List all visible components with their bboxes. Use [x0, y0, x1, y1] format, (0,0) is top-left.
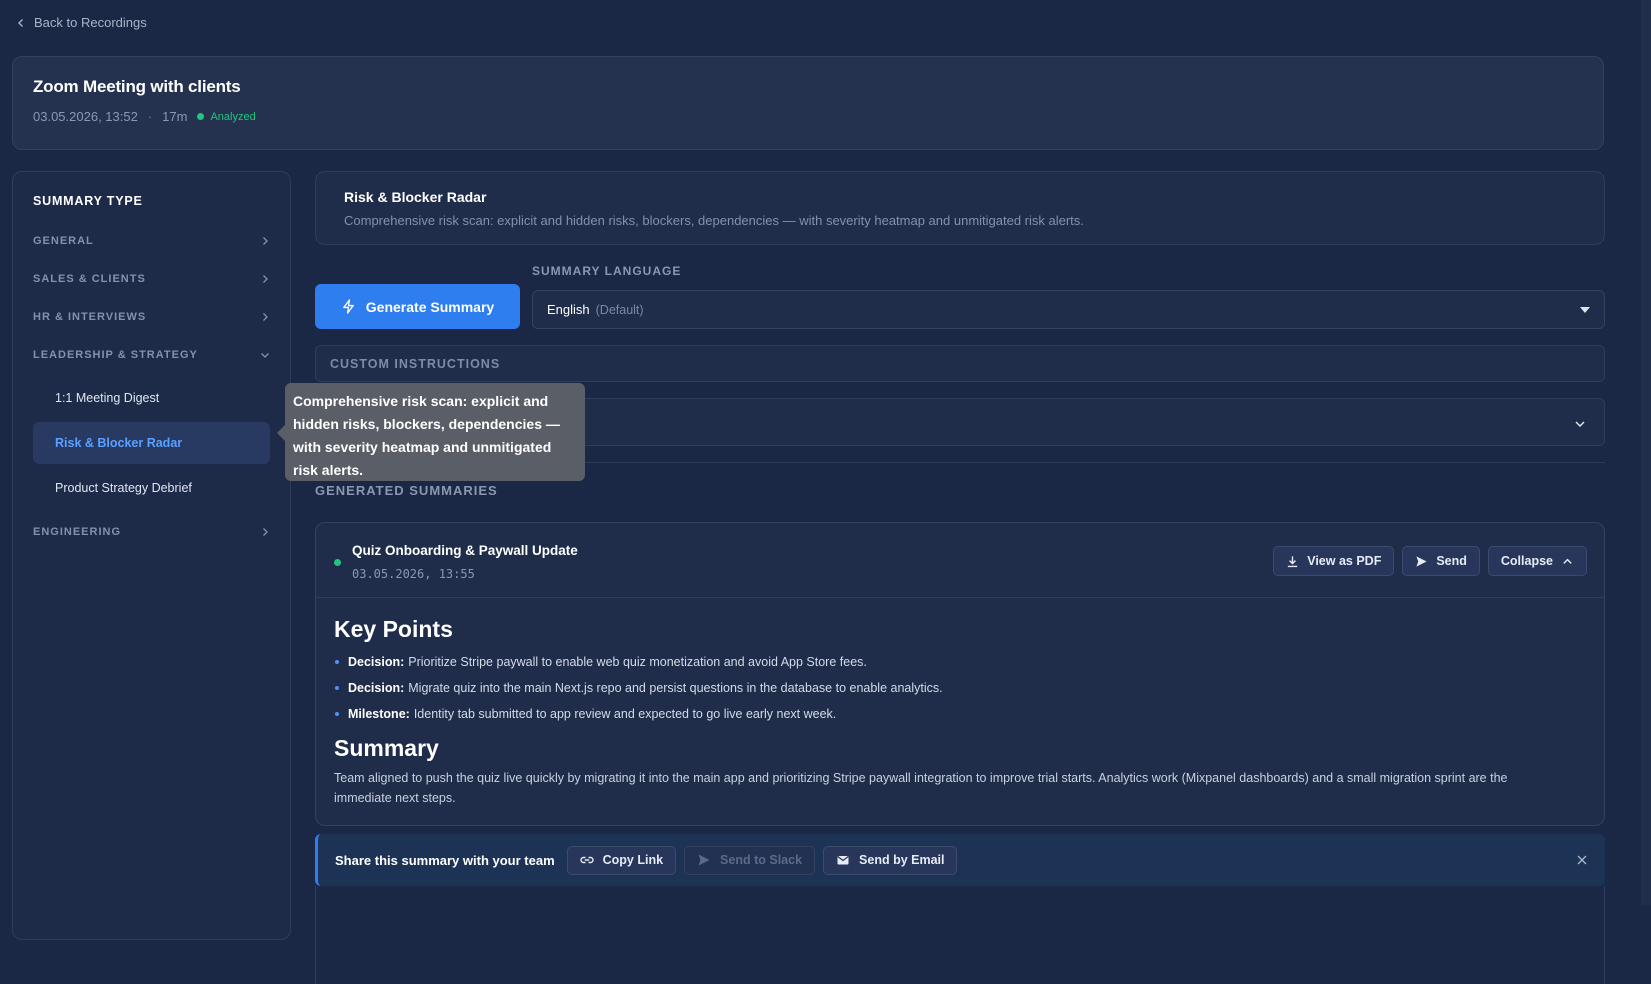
recording-title: Zoom Meeting with clients — [33, 77, 241, 96]
back-to-recordings-link[interactable]: Back to Recordings — [16, 15, 147, 30]
chevron-right-icon — [263, 275, 268, 283]
sidebar-item-label: Risk & Blocker Radar — [55, 436, 183, 450]
category-label: SALES & CLIENTS — [33, 273, 146, 285]
generated-summaries-heading: GENERATED SUMMARIES — [315, 483, 498, 498]
key-point-tag: Decision: — [348, 681, 405, 695]
view-as-pdf-button[interactable]: View as PDF — [1273, 546, 1395, 576]
collapse-button[interactable]: Collapse — [1487, 546, 1587, 576]
list-item: Decision: Migrate quiz into the main Next… — [334, 675, 1586, 701]
content-panel-bottom — [315, 886, 1605, 984]
category-engineering[interactable]: ENGINEERING — [33, 513, 270, 551]
chevron-left-icon — [18, 18, 23, 27]
key-points-heading: Key Points — [334, 616, 453, 642]
summary-status-dot-icon — [334, 559, 341, 566]
chevron-up-icon — [1563, 558, 1572, 564]
chevron-down-icon — [261, 353, 269, 358]
summary-card-header: Quiz Onboarding & Paywall Update 03.05.2… — [316, 523, 1604, 598]
recording-header: Zoom Meeting with clients 03.05.2026, 13… — [12, 56, 1604, 150]
sidebar-item-risk-blocker-radar[interactable]: Risk & Blocker Radar — [33, 422, 270, 464]
sidebar-item-label: 1:1 Meeting Digest — [55, 391, 160, 405]
caret-down-icon — [1580, 307, 1590, 313]
mail-icon — [837, 856, 849, 865]
generate-summary-label: Generate Summary — [365, 298, 495, 315]
view-as-pdf-label: View as PDF — [1307, 554, 1382, 568]
back-link-label: Back to Recordings — [34, 15, 147, 30]
chevron-right-icon — [263, 237, 268, 245]
collapse-label: Collapse — [1500, 554, 1553, 568]
category-general[interactable]: GENERAL — [33, 222, 270, 260]
chevron-right-icon — [263, 313, 268, 321]
send-button[interactable]: Send — [1402, 546, 1480, 576]
chevron-down-icon — [1575, 421, 1585, 428]
summary-actions: View as PDF Send Collapse — [1273, 546, 1587, 576]
status-badge: Analyzed — [197, 110, 256, 123]
page-scrollbar[interactable] — [1641, 0, 1651, 905]
key-point-text: Identity tab submitted to app review and… — [413, 707, 837, 721]
summary-title: Quiz Onboarding & Paywall Update — [352, 543, 578, 558]
summary-card-body: Key Points Decision: Prioritize Stripe pa… — [316, 598, 1604, 826]
custom-instructions-label: CUSTOM INSTRUCTIONS — [330, 356, 501, 371]
summary-language-label: SUMMARY LANGUAGE — [532, 264, 682, 278]
category-leadership-strategy[interactable]: LEADERSHIP & STRATEGY — [33, 336, 270, 374]
selected-type-description: Comprehensive risk scan: explicit and hi… — [344, 213, 1084, 228]
sidebar-item-1-1-meeting-digest[interactable]: 1:1 Meeting Digest — [33, 377, 270, 419]
lightning-icon — [342, 299, 354, 314]
summary-date: 03.05.2026, 13:55 — [352, 567, 475, 581]
key-points-list: Decision: Prioritize Stripe paywall to en… — [334, 649, 1586, 727]
category-label: HR & INTERVIEWS — [33, 311, 147, 323]
key-point-tag: Milestone: — [348, 707, 410, 721]
list-item: Milestone: Identity tab submitted to app … — [334, 701, 1586, 727]
category-label: LEADERSHIP & STRATEGY — [33, 349, 198, 361]
recording-datetime: 03.05.2026, 13:52 — [33, 109, 138, 124]
summary-language-select[interactable]: English (Default) — [532, 290, 1605, 329]
summary-paragraph: Team aligned to push the quiz live quick… — [334, 771, 1508, 805]
download-icon — [1288, 555, 1298, 567]
key-point-text: Migrate quiz into the main Next.js repo … — [408, 681, 943, 695]
key-point-tag: Decision: — [348, 655, 405, 669]
category-hr-interviews[interactable]: HR & INTERVIEWS — [33, 298, 270, 336]
copy-link-label: Copy Link — [602, 853, 664, 867]
main-panel: Risk & Blocker Radar Comprehensive risk … — [315, 171, 1605, 984]
language-default-tag: (Default) — [595, 302, 644, 317]
custom-instructions-toggle[interactable]: CUSTOM INSTRUCTIONS — [315, 345, 1605, 382]
selected-type-card: Risk & Blocker Radar Comprehensive risk … — [315, 171, 1605, 245]
category-label: ENGINEERING — [33, 526, 122, 538]
status-label: Analyzed — [210, 110, 256, 123]
chevron-right-icon — [263, 528, 268, 536]
copy-link-button[interactable]: Copy Link — [566, 845, 677, 875]
close-icon[interactable] — [1576, 854, 1588, 866]
share-bar: Share this summary with your team Copy L… — [315, 834, 1605, 886]
language-value: English — [547, 302, 590, 317]
send-icon — [698, 854, 710, 866]
recording-duration: 17m — [162, 109, 188, 124]
sidebar-item-product-strategy-debrief[interactable]: Product Strategy Debrief — [33, 467, 270, 509]
summary-heading: Summary — [334, 735, 439, 761]
status-dot-icon — [197, 113, 205, 120]
send-by-email-label: Send by Email — [859, 853, 945, 867]
recording-meta: 03.05.2026, 13:52 · 17m Analyzed — [33, 109, 1583, 124]
selected-type-title: Risk & Blocker Radar — [344, 189, 487, 205]
send-to-slack-button[interactable]: Send to Slack — [684, 845, 816, 875]
summary-type-sidebar: SUMMARY TYPE GENERAL SALES & CLIENTS HR … — [12, 171, 291, 940]
send-to-slack-label: Send to Slack — [720, 853, 803, 867]
send-label: Send — [1436, 554, 1467, 568]
sidebar-item-label: Product Strategy Debrief — [55, 481, 192, 495]
category-label: GENERAL — [33, 235, 94, 247]
meta-separator: · — [147, 109, 153, 124]
list-item: Decision: Prioritize Stripe paywall to en… — [334, 649, 1586, 675]
link-icon — [579, 856, 594, 864]
sidebar-title: SUMMARY TYPE — [33, 194, 143, 208]
summary-type-tooltip: Comprehensive risk scan: explicit and hi… — [277, 383, 585, 481]
send-by-email-button[interactable]: Send by Email — [823, 845, 958, 875]
summary-card: Quiz Onboarding & Paywall Update 03.05.2… — [315, 522, 1605, 826]
key-point-text: Prioritize Stripe paywall to enable web … — [408, 655, 867, 669]
generate-summary-button[interactable]: Generate Summary — [315, 284, 520, 329]
category-sales-clients[interactable]: SALES & CLIENTS — [33, 260, 270, 298]
share-prompt: Share this summary with your team — [335, 852, 555, 868]
send-icon — [1416, 555, 1427, 567]
